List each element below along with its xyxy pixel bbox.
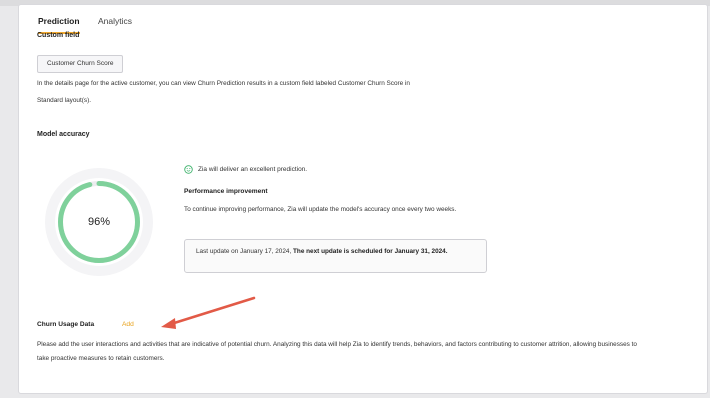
tab-analytics[interactable]: Analytics (98, 16, 132, 32)
custom-field-description-line2: Standard layout(s). (37, 97, 91, 104)
prediction-panel: Prediction Analytics Custom field Custom… (18, 4, 708, 394)
accuracy-ring: 96% (39, 162, 159, 282)
add-churn-usage-link[interactable]: Add (122, 321, 134, 328)
accuracy-percent: 96% (87, 216, 111, 228)
model-accuracy-title: Model accuracy (37, 131, 90, 138)
zia-message-text: Zia will deliver an excellent prediction… (198, 166, 308, 173)
custom-field-title: Custom field (37, 32, 80, 39)
next-update-text: The next update is scheduled for January… (293, 248, 448, 255)
performance-improvement-title: Performance improvement (184, 188, 268, 195)
last-update-text: Last update on January 17, 2024, (196, 248, 292, 255)
annotation-arrow (161, 296, 256, 329)
smile-icon (184, 165, 193, 174)
zia-message: Zia will deliver an excellent prediction… (184, 165, 307, 174)
custom-field-description-line1: In the details page for the active custo… (37, 80, 410, 87)
customer-churn-score-button[interactable]: Customer Churn Score (37, 55, 124, 73)
churn-usage-description: Please add the user interactions and act… (37, 341, 637, 362)
churn-usage-data-title: Churn Usage Data (37, 321, 95, 328)
tab-bar: Prediction Analytics (19, 5, 707, 34)
update-schedule-box: Last update on January 17, 2024, The nex… (184, 239, 487, 273)
performance-improvement-description: To continue improving performance, Zia w… (184, 206, 457, 213)
